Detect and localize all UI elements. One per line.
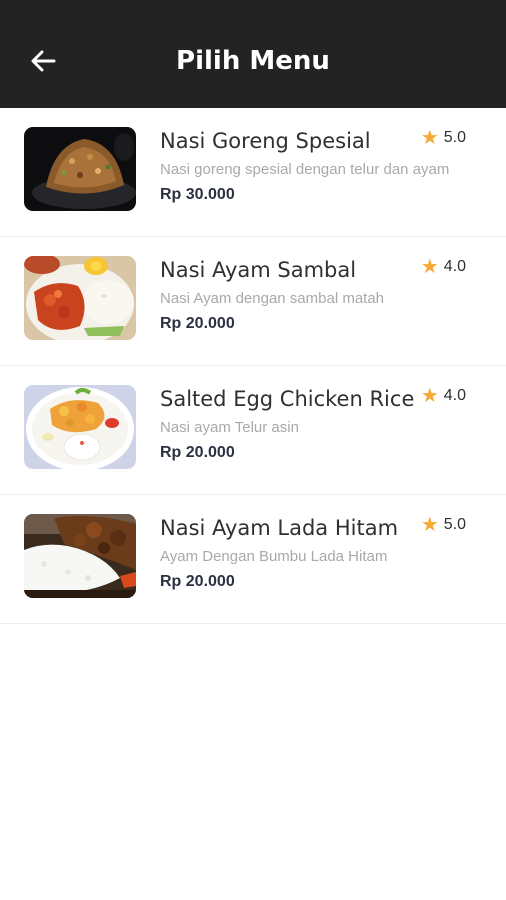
rating: ★ 5.0 (421, 515, 466, 535)
rating: ★ 4.0 (421, 257, 466, 277)
salted-egg-chicken-rice-photo (24, 385, 136, 469)
rating: ★ 4.0 (421, 386, 466, 406)
star-icon: ★ (420, 127, 439, 149)
item-price: Rp 20.000 (160, 315, 235, 332)
rating-value: 5.0 (443, 129, 466, 146)
page-title: Pilih Menu (176, 46, 330, 76)
menu-list: Nasi Goreng Spesial ★ 5.0 Nasi goreng sp… (0, 108, 506, 624)
menu-screen: Pilih Menu Nasi Goreng Spesial ★ 5.0 Nas… (0, 0, 506, 900)
menu-item-salted-egg-chicken-rice[interactable]: Salted Egg Chicken Rice ★ 4.0 Nasi ayam … (0, 366, 506, 495)
menu-item-nasi-goreng-spesial[interactable]: Nasi Goreng Spesial ★ 5.0 Nasi goreng sp… (0, 108, 506, 237)
item-name: Nasi Ayam Lada Hitam (160, 516, 399, 540)
item-description: Nasi ayam Telur asin (160, 419, 299, 436)
star-icon: ★ (420, 256, 439, 278)
star-icon: ★ (420, 514, 439, 536)
rating-value: 4.0 (443, 258, 466, 275)
item-price: Rp 20.000 (160, 573, 235, 590)
item-price: Rp 20.000 (160, 444, 235, 461)
fried-rice-photo (24, 127, 136, 211)
item-price: Rp 30.000 (160, 186, 235, 203)
menu-item-nasi-ayam-sambal[interactable]: Nasi Ayam Sambal ★ 4.0 Nasi Ayam dengan … (0, 237, 506, 366)
item-description: Ayam Dengan Bumbu Lada Hitam (160, 548, 388, 565)
item-name: Salted Egg Chicken Rice (160, 387, 415, 411)
rating-value: 4.0 (443, 387, 466, 404)
item-name: Nasi Ayam Sambal (160, 258, 357, 282)
top-app-bar: Pilih Menu (0, 0, 506, 108)
star-icon: ★ (420, 385, 439, 407)
item-name: Nasi Goreng Spesial (160, 129, 371, 153)
item-description: Nasi goreng spesial dengan telur dan aya… (160, 161, 450, 178)
item-description: Nasi Ayam dengan sambal matah (160, 290, 385, 307)
menu-item-nasi-ayam-lada-hitam[interactable]: Nasi Ayam Lada Hitam ★ 5.0 Ayam Dengan B… (0, 495, 506, 624)
rating: ★ 5.0 (421, 128, 466, 148)
black-pepper-chicken-rice-photo (24, 514, 136, 598)
rating-value: 5.0 (443, 516, 466, 533)
sambal-chicken-rice-photo (24, 256, 136, 340)
